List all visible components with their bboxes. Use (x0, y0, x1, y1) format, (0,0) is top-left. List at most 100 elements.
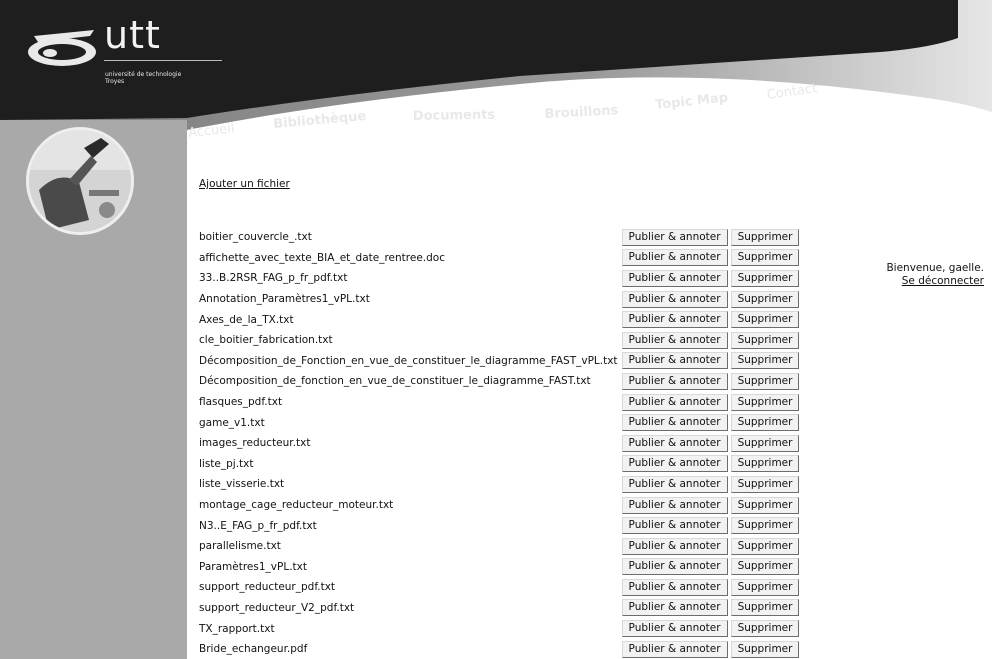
delete-cell: Supprimer (730, 268, 803, 289)
publish-cell: Publier & annoter (621, 598, 731, 619)
logout-link[interactable]: Se déconnecter (886, 275, 984, 288)
delete-cell: Supprimer (730, 639, 803, 659)
publish-cell: Publier & annoter (621, 454, 731, 475)
publish-annotate-button[interactable]: Publier & annoter (621, 455, 728, 473)
publish-annotate-button[interactable]: Publier & annoter (621, 352, 728, 370)
delete-button[interactable]: Supprimer (730, 228, 800, 246)
delete-button[interactable]: Supprimer (730, 434, 800, 452)
delete-button[interactable]: Supprimer (730, 496, 800, 514)
delete-cell: Supprimer (730, 557, 803, 578)
delete-cell: Supprimer (730, 248, 803, 269)
publish-annotate-button[interactable]: Publier & annoter (621, 393, 728, 411)
file-name: images_reducteur.txt (199, 437, 311, 450)
delete-button[interactable]: Supprimer (730, 455, 800, 473)
publish-cell: Publier & annoter (621, 330, 731, 351)
brand-subtitle-line2: Troyes (105, 78, 125, 85)
table-row: cle_boitier_fabrication.txt Publier & ann… (197, 330, 802, 351)
publish-annotate-button[interactable]: Publier & annoter (621, 620, 728, 638)
delete-button[interactable]: Supprimer (730, 517, 800, 535)
delete-button[interactable]: Supprimer (730, 599, 800, 617)
publish-annotate-button[interactable]: Publier & annoter (621, 414, 728, 432)
sidebar (0, 170, 187, 659)
publish-cell: Publier & annoter (621, 309, 731, 330)
brand-subtitle-line1: université de technologie (105, 71, 182, 78)
table-row: Axes_de_la_TX.txt Publier & annoter Suppri… (197, 309, 802, 330)
delete-button[interactable]: Supprimer (730, 640, 800, 658)
delete-cell: Supprimer (730, 536, 803, 557)
file-name: support_reducteur_V2_pdf.txt (199, 601, 355, 614)
publish-annotate-button[interactable]: Publier & annoter (621, 640, 728, 658)
delete-button[interactable]: Supprimer (730, 372, 800, 390)
file-name: cle_boitier_fabrication.txt (199, 334, 333, 347)
table-row: game_v1.txt Publier & annoter Supprimer (197, 412, 802, 433)
table-row: Annotation_Paramètres1_vPL.txt Publier & … (197, 289, 802, 310)
publish-annotate-button[interactable]: Publier & annoter (621, 290, 728, 308)
publish-cell: Publier & annoter (621, 351, 731, 372)
delete-button[interactable]: Supprimer (730, 331, 800, 349)
table-row: images_reducteur.txt Publier & annoter Sup… (197, 433, 802, 454)
publish-annotate-button[interactable]: Publier & annoter (621, 496, 728, 514)
file-name: montage_cage_reducteur_moteur.txt (199, 499, 394, 512)
delete-cell: Supprimer (730, 351, 803, 372)
file-name: flasques_pdf.txt (199, 396, 283, 409)
publish-annotate-button[interactable]: Publier & annoter (621, 578, 728, 596)
publish-cell: Publier & annoter (621, 474, 731, 495)
table-row: Décomposition_de_fonction_en_vue_de_cons… (197, 371, 802, 392)
delete-button[interactable]: Supprimer (730, 475, 800, 493)
file-name: Axes_de_la_TX.txt (199, 313, 294, 326)
publish-annotate-button[interactable]: Publier & annoter (621, 475, 728, 493)
file-list: boitier_couvercle_.txt Publier & annoter S… (197, 227, 802, 659)
publish-cell: Publier & annoter (621, 289, 731, 310)
delete-button[interactable]: Supprimer (730, 414, 800, 432)
delete-cell: Supprimer (730, 309, 803, 330)
delete-cell: Supprimer (730, 474, 803, 495)
publish-annotate-button[interactable]: Publier & annoter (621, 228, 728, 246)
table-row: support_reducteur_V2_pdf.txt Publier & an… (197, 598, 802, 619)
delete-button[interactable]: Supprimer (730, 290, 800, 308)
nav-documents[interactable]: Documents (413, 108, 496, 124)
table-row: support_reducteur_pdf.txt Publier & annot… (197, 577, 802, 598)
brand-subtitle: université de technologie Troyes (105, 71, 181, 85)
table-row: N3..E_FAG_p_fr_pdf.txt Publier & annoter S… (197, 515, 802, 536)
site-header: utt université de technologie Troyes Acc… (0, 0, 992, 180)
publish-annotate-button[interactable]: Publier & annoter (621, 517, 728, 535)
publish-annotate-button[interactable]: Publier & annoter (621, 558, 728, 576)
delete-button[interactable]: Supprimer (730, 269, 800, 287)
publish-cell: Publier & annoter (621, 536, 731, 557)
table-row: Décomposition_de_Fonction_en_vue_de_cons… (197, 351, 802, 372)
publish-annotate-button[interactable]: Publier & annoter (621, 537, 728, 555)
file-name: Décomposition_de_Fonction_en_vue_de_cons… (199, 354, 618, 367)
publish-cell: Publier & annoter (621, 639, 731, 659)
delete-button[interactable]: Supprimer (730, 352, 800, 370)
utt-logo-icon (28, 30, 96, 66)
publish-annotate-button[interactable]: Publier & annoter (621, 372, 728, 390)
delete-button[interactable]: Supprimer (730, 537, 800, 555)
publish-annotate-button[interactable]: Publier & annoter (621, 311, 728, 329)
file-name: affichette_avec_texte_BIA_et_date_rentre… (199, 251, 445, 264)
file-name: boitier_couvercle_.txt (199, 231, 312, 244)
delete-cell: Supprimer (730, 412, 803, 433)
delete-button[interactable]: Supprimer (730, 249, 800, 267)
lab-photo-icon (29, 130, 131, 232)
delete-button[interactable]: Supprimer (730, 393, 800, 411)
user-panel: Bienvenue, gaelle. Se déconnecter (886, 262, 984, 288)
delete-cell: Supprimer (730, 515, 803, 536)
publish-annotate-button[interactable]: Publier & annoter (621, 269, 728, 287)
publish-annotate-button[interactable]: Publier & annoter (621, 331, 728, 349)
table-row: montage_cage_reducteur_moteur.txt Publier… (197, 495, 802, 516)
publish-annotate-button[interactable]: Publier & annoter (621, 434, 728, 452)
file-name: liste_visserie.txt (199, 478, 285, 491)
delete-button[interactable]: Supprimer (730, 578, 800, 596)
table-row: Paramètres1_vPL.txt Publier & annoter Supp… (197, 557, 802, 578)
file-name: 33..B.2RSR_FAG_p_fr_pdf.txt (199, 272, 348, 285)
delete-button[interactable]: Supprimer (730, 558, 800, 576)
delete-cell: Supprimer (730, 618, 803, 639)
table-row: 33..B.2RSR_FAG_p_fr_pdf.txt Publier & ann… (197, 268, 802, 289)
publish-annotate-button[interactable]: Publier & annoter (621, 599, 728, 617)
delete-button[interactable]: Supprimer (730, 620, 800, 638)
delete-cell: Supprimer (730, 495, 803, 516)
publish-annotate-button[interactable]: Publier & annoter (621, 249, 728, 267)
publish-cell: Publier & annoter (621, 248, 731, 269)
add-file-link[interactable]: Ajouter un fichier (199, 178, 290, 190)
delete-button[interactable]: Supprimer (730, 311, 800, 329)
